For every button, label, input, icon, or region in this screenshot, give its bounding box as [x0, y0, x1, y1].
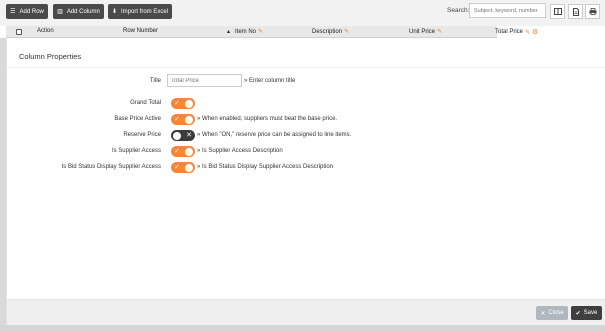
search-label: Search:	[447, 7, 470, 14]
column-item-no[interactable]: Item No ✎	[235, 28, 264, 36]
title-hint: » Enter column title	[244, 78, 296, 84]
base-price-active-toggle[interactable]: ✓	[171, 114, 195, 125]
table-row-strip	[0, 325, 605, 332]
supplier-access-description: » Is Supplier Access Description	[197, 148, 283, 154]
column-total-price[interactable]: Total Price ✎ ⚙	[495, 28, 538, 36]
column-action[interactable]: Action	[37, 28, 54, 34]
search-input[interactable]	[469, 3, 546, 18]
bid-status-display-label: Is Bid Status Display Supplier Access	[61, 164, 161, 170]
save-button[interactable]: ✔ Save	[571, 306, 602, 320]
list-icon: ☰	[10, 8, 16, 15]
grand-total-label: Grand Total	[130, 100, 161, 106]
close-x-icon: ✕	[540, 310, 546, 317]
add-row-label: Add Row	[19, 8, 44, 15]
supplier-access-toggle[interactable]: ✓	[171, 146, 195, 157]
close-label: Close	[548, 310, 564, 316]
columns-view-button[interactable]	[550, 4, 565, 19]
add-row-button[interactable]: ☰ Add Row	[6, 4, 48, 19]
check-icon: ✔	[575, 310, 581, 317]
save-label: Save	[583, 310, 598, 316]
table-header: Action Row Number ▴ Item No ✎ Descriptio…	[6, 26, 605, 38]
pencil-icon: ✎	[525, 29, 531, 36]
check-icon: ✓	[174, 116, 180, 123]
print-button[interactable]	[585, 4, 600, 19]
add-column-button[interactable]: ▥ Add Column	[53, 4, 104, 19]
panel-footer: ✕ Close ✔ Save	[7, 299, 605, 325]
close-button[interactable]: ✕ Close	[536, 306, 568, 320]
reserve-price-toggle[interactable]: ✕	[171, 130, 195, 141]
title-input[interactable]	[167, 74, 242, 87]
pencil-icon: ✎	[344, 29, 350, 35]
description-label: Description	[312, 28, 343, 35]
toolbar: ☰ Add Row ▥ Add Column ⬇ Import from Exc…	[0, 0, 605, 26]
item-no-label: Item No	[235, 28, 257, 35]
column-description[interactable]: Description ✎	[312, 28, 350, 36]
columns-icon: ▥	[57, 8, 63, 15]
panel-title: Column Properties	[19, 52, 82, 61]
select-all-checkbox[interactable]	[16, 29, 22, 35]
import-excel-button[interactable]: ⬇ Import from Excel	[108, 4, 172, 19]
printer-icon	[589, 8, 596, 15]
unit-price-label: Unit Price	[409, 28, 436, 35]
settings-gear-icon[interactable]: ⚙	[532, 28, 538, 36]
bid-status-display-toggle[interactable]: ✓	[171, 162, 195, 173]
supplier-access-label: Is Supplier Access	[111, 148, 161, 154]
download-icon: ⬇	[111, 8, 117, 15]
total-price-label: Total Price	[495, 29, 524, 35]
columns-icon	[553, 8, 562, 15]
title-field-label: Title	[149, 78, 161, 84]
base-price-active-label: Base Price Active	[114, 116, 161, 122]
import-excel-label: Import from Excel	[121, 8, 169, 15]
column-row-number[interactable]: Row Number	[123, 28, 158, 34]
bid-status-display-description: » Is Bid Status Display Supplier Access …	[197, 164, 334, 170]
x-icon: ✕	[186, 132, 192, 139]
check-icon: ✓	[174, 100, 180, 107]
pencil-icon: ✎	[258, 29, 264, 35]
column-unit-price[interactable]: Unit Price ✎	[409, 28, 443, 36]
pencil-icon: ✎	[437, 29, 443, 35]
add-column-label: Add Column	[66, 8, 100, 15]
reserve-price-label: Reserve Price	[123, 132, 161, 138]
file-icon	[572, 7, 579, 16]
base-price-active-description: » When enabled, suppliers must beat the …	[197, 116, 338, 122]
divider	[7, 67, 605, 68]
grand-total-toggle[interactable]: ✓	[171, 98, 195, 109]
check-icon: ✓	[174, 148, 180, 155]
export-file-button[interactable]	[568, 4, 583, 19]
sort-caret-icon[interactable]: ▴	[227, 28, 230, 35]
reserve-price-description: » When "ON," reserve price can be assign…	[197, 132, 352, 138]
check-icon: ✓	[174, 164, 180, 171]
column-properties-panel: Column Properties Title » Enter column t…	[6, 38, 605, 325]
